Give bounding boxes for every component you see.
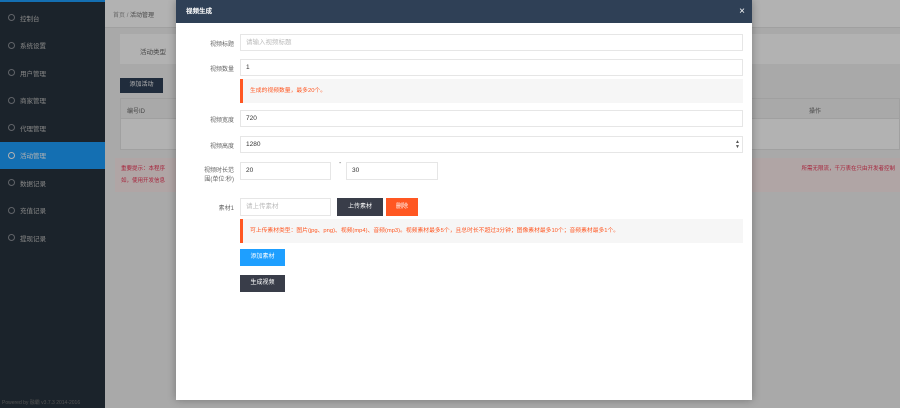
height-select-value: 1280: [246, 141, 261, 148]
count-input[interactable]: 1: [240, 59, 743, 76]
height-select[interactable]: 1280 ▲ ▼: [240, 136, 743, 153]
duration-separator: -: [339, 160, 342, 167]
count-label: 视频数量: [209, 67, 234, 73]
title-input[interactable]: 请输入视频标题: [240, 34, 743, 51]
material-tip: 可上传素材类型：图片(jpg、png)、视频(mp4)、音频(mp3)。视频素材…: [240, 219, 743, 243]
width-input[interactable]: 720: [240, 110, 743, 127]
video-generate-dialog: 视频生成 × 视频标题 请输入视频标题 视频数量 1 生成的视频数量，最多20个…: [176, 0, 752, 400]
duration-label-line2: 围(单位:秒): [204, 177, 234, 183]
duration-min-input[interactable]: 20: [240, 162, 331, 180]
duration-max-input[interactable]: 30: [346, 162, 438, 180]
close-icon[interactable]: ×: [739, 0, 745, 23]
generate-video-button[interactable]: 生成视频: [240, 275, 285, 292]
height-label: 视频高度: [209, 144, 234, 150]
width-label: 视频宽度: [209, 118, 234, 124]
dialog-header: 视频生成 ×: [176, 0, 752, 23]
delete-material-button[interactable]: 删除: [386, 198, 418, 216]
material-label: 素材1: [218, 206, 234, 212]
material-input[interactable]: 请上传素材: [240, 198, 331, 216]
count-tip: 生成的视频数量，最多20个。: [240, 79, 743, 103]
title-label: 视频标题: [209, 42, 234, 48]
dialog-title: 视频生成: [186, 8, 212, 15]
duration-label-line1: 视频时长范: [203, 168, 234, 174]
add-material-button[interactable]: 添加素材: [240, 249, 285, 266]
upload-material-button[interactable]: 上传素材: [337, 198, 383, 216]
duration-label: 视频时长范 围(单位:秒): [176, 167, 234, 185]
select-arrows-icon: ▲ ▼: [735, 139, 740, 150]
